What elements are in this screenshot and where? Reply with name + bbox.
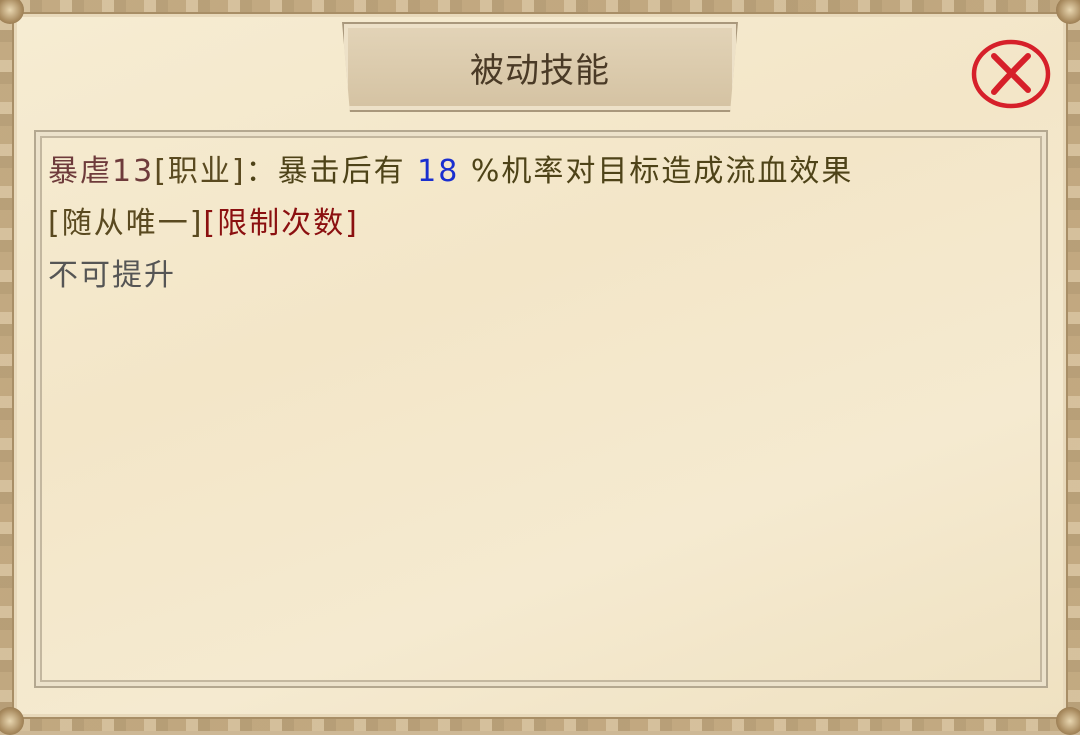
upgrade-status: 不可提升 — [48, 258, 176, 293]
skill-tags-line: [随从唯一][限制次数] — [48, 198, 359, 242]
skill-desc-suffix: %机率对目标造成流血效果 — [470, 154, 854, 189]
frame-border-top — [0, 0, 1080, 14]
follower-unique-tag: [随从唯一] — [48, 206, 204, 241]
limited-uses-tag: [限制次数] — [203, 206, 359, 241]
dialog-title: 被动技能 — [470, 50, 610, 91]
close-button[interactable] — [970, 38, 1052, 110]
frame-border-bottom — [0, 717, 1080, 731]
skill-desc-prefix: 暴击后有 — [277, 154, 406, 189]
skill-name: 暴虐13 — [48, 154, 155, 189]
frame-border-right — [1066, 0, 1080, 731]
skill-class-tag: [职业] — [154, 154, 246, 189]
skill-description-line: 暴虐13[职业]：暴击后有 18 %机率对目标造成流血效果 — [48, 146, 853, 190]
title-plate: 被动技能 — [342, 22, 738, 112]
skill-separator: ： — [245, 154, 278, 189]
skill-chance-value: 18 — [417, 154, 460, 189]
close-x-icon — [971, 39, 1051, 109]
frame-border-left — [0, 0, 14, 731]
